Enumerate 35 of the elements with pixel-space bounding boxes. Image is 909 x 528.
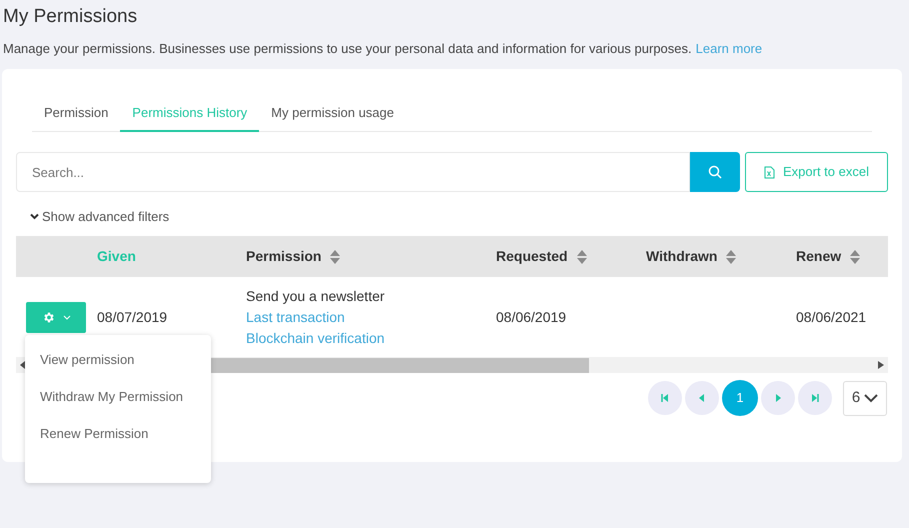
table-cell: 08/06/2019	[496, 308, 566, 324]
chevron-down-icon	[864, 394, 878, 402]
menu-item[interactable]: Renew Permission	[25, 419, 211, 456]
gear-icon	[42, 310, 54, 324]
excel-file-icon	[764, 166, 775, 178]
page-title: My Permissions	[3, 5, 138, 29]
table-cell: 08/06/2021	[796, 308, 866, 324]
caret-icon	[62, 314, 70, 320]
table-cell-text: Send you a newsletter	[246, 286, 386, 306]
menu-item[interactable]: View permission	[25, 345, 211, 382]
sort-icon[interactable]	[576, 248, 588, 264]
column-header[interactable]: Requested	[496, 246, 568, 267]
page-description: Manage your permissions. Businesses use permissions to use your personal data and information for various purposes.	[3, 40, 692, 58]
last-page-icon	[810, 393, 820, 403]
search-field[interactable]: Search...	[16, 152, 690, 192]
chevron-down-icon[interactable]	[30, 213, 39, 220]
column-header[interactable]: Renew	[796, 246, 842, 267]
column-header[interactable]: Permission	[246, 246, 322, 267]
table-cell-text: 08/07/2019	[97, 308, 168, 326]
next-icon	[773, 393, 783, 403]
search-button[interactable]	[690, 152, 740, 192]
tab[interactable]: My permission usage	[259, 98, 406, 132]
actions-dropdown-button[interactable]	[26, 302, 86, 332]
tab[interactable]: Permission	[32, 98, 120, 132]
previous-icon	[697, 393, 707, 403]
first-page-icon	[660, 393, 670, 403]
menu-item[interactable]: Withdraw My Permission	[25, 382, 211, 419]
search-icon	[708, 165, 722, 179]
column-header[interactable]: Withdrawn	[646, 246, 718, 267]
sort-icon[interactable]	[725, 248, 738, 264]
advanced-filters-link[interactable]: Show advanced filters	[42, 207, 170, 226]
page-size-select[interactable]: 6	[843, 380, 887, 416]
scroll-right-icon[interactable]	[878, 361, 884, 369]
sort-icon[interactable]	[329, 248, 342, 264]
sort-icon[interactable]	[849, 248, 862, 264]
